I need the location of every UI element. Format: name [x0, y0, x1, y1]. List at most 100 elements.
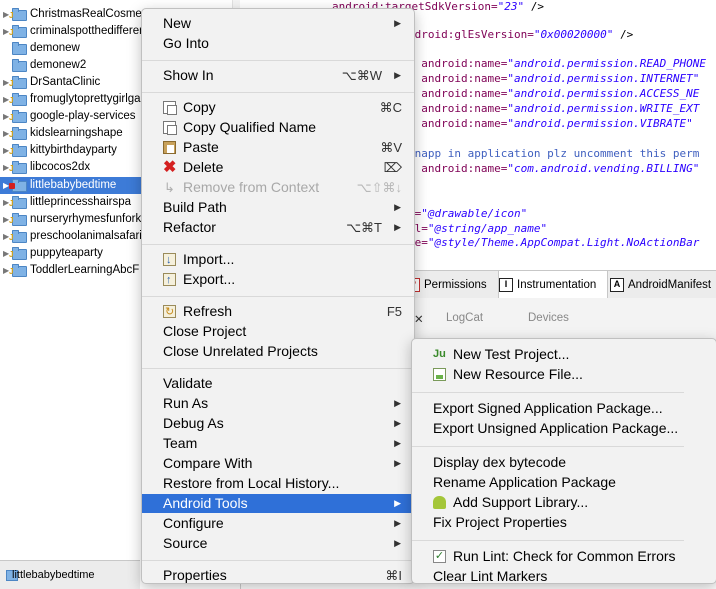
code-line: n android:name="android.permission.VIBRA… [408, 117, 693, 131]
menu-separator [142, 92, 414, 93]
code-token: "android.permission.ACCESS_NE [507, 87, 700, 100]
menu-item-rename-application-package[interactable]: Rename Application Package [412, 473, 716, 492]
menu-item-refresh[interactable]: Refresh F5 [142, 302, 414, 322]
code-line: n android:name="android.permission.INTER… [408, 72, 699, 86]
submenu-arrow-icon: ▶ [394, 538, 401, 548]
menu-separator [142, 368, 414, 369]
menu-item-refactor[interactable]: Refactor ⌥⌘T ▶ [142, 218, 414, 237]
code-token: /> [524, 0, 544, 13]
code-token: "android.permission.INTERNET" [507, 72, 700, 85]
junit-icon: Ju [433, 348, 446, 360]
menu-item-properties[interactable]: Properties ⌘I [142, 566, 414, 585]
menu-item-label: Clear Lint Markers [433, 568, 548, 584]
menu-item-export-unsigned-application-package[interactable]: Export Unsigned Application Package... [412, 419, 716, 438]
code-token: n android:name= [408, 87, 508, 100]
status-project-label: littlebabybedtime [12, 569, 95, 581]
tree-item-label: demonew2 [30, 59, 87, 71]
menu-item-label: Export Signed Application Package... [433, 400, 663, 416]
close-view-icon[interactable]: ✕ [414, 312, 424, 326]
menu-item-new-resource-file[interactable]: New Resource File... [412, 365, 716, 384]
menu-item-label: Refresh [183, 303, 233, 319]
menu-item-source[interactable]: Source ▶ [142, 534, 414, 553]
menu-separator [412, 540, 684, 541]
menu-item-label: Rename Application Package [433, 474, 616, 490]
menu-item-label: Compare With [163, 455, 253, 471]
menu-item-label: Show In [163, 67, 214, 83]
menu-item-label: Properties [163, 567, 227, 583]
code-line: n android:name="android.permission.ACCES… [408, 87, 699, 101]
code-token: n android:name= [408, 57, 508, 70]
code-line: n android:name="com.android.vending.BILL… [408, 162, 699, 176]
menu-item-import[interactable]: Import... [142, 250, 414, 270]
menu-item-copy-qualified-name[interactable]: Copy Qualified Name [142, 118, 414, 137]
menu-item-close-project[interactable]: Close Project [142, 322, 414, 341]
tree-item-label: demonew [30, 42, 80, 54]
menu-item-close-unrelated-projects[interactable]: Close Unrelated Projects [142, 342, 414, 361]
code-line: ndroid:glEsVersion="0x00020000" /> [408, 28, 633, 42]
java-project-icon: J [9, 264, 27, 277]
submenu-arrow-icon: ▶ [394, 418, 401, 428]
paste-icon [163, 141, 176, 154]
menu-item-validate[interactable]: Validate [142, 374, 414, 393]
code-line: n android:name="android.permission.WRITE… [408, 102, 699, 116]
menu-item-restore-from-local-history[interactable]: Restore from Local History... [142, 474, 414, 493]
shortcut-label: ⌘I [385, 568, 402, 583]
menu-item-remove-from-context: ↳ Remove from Context ⌥⇧⌘↓ [142, 178, 414, 197]
menu-item-clear-lint-markers[interactable]: Clear Lint Markers [412, 567, 716, 586]
project-error-icon [9, 179, 27, 192]
menu-item-configure[interactable]: Configure ▶ [142, 514, 414, 533]
tab-androidmanifest[interactable]: A AndroidManifest [610, 271, 716, 299]
instrumentation-tab-icon: I [499, 277, 513, 292]
menu-item-show-in[interactable]: Show In ⌥⌘W ▶ [142, 66, 414, 85]
menu-item-label: Build Path [163, 199, 227, 215]
shortcut-label: ⌘C [379, 100, 402, 115]
menu-item-label: Display dex bytecode [433, 454, 567, 470]
code-token: n android:name= [408, 102, 508, 115]
menu-separator [142, 560, 414, 561]
explorer-status-bar: littlebabybedtime [0, 560, 140, 589]
menu-item-export-signed-application-package[interactable]: Export Signed Application Package... [412, 399, 716, 418]
tab-label: Permissions [424, 279, 487, 291]
menu-item-debug-as[interactable]: Debug As ▶ [142, 414, 414, 433]
view-tab-devices[interactable]: Devices [528, 312, 569, 324]
menu-item-new-test-project[interactable]: Ju New Test Project... [412, 345, 716, 364]
menu-item-paste[interactable]: Paste ⌘V [142, 138, 414, 157]
menu-separator [142, 60, 414, 61]
menu-item-run-lint-check-for-common-errors[interactable]: ✓ Run Lint: Check for Common Errors [412, 547, 716, 566]
java-project-icon: J [9, 230, 27, 243]
menu-item-compare-with[interactable]: Compare With ▶ [142, 454, 414, 473]
menu-item-new[interactable]: New ▶ [142, 14, 414, 33]
menu-item-android-tools[interactable]: Android Tools ▶ [142, 494, 414, 513]
menu-item-display-dex-bytecode[interactable]: Display dex bytecode [412, 453, 716, 472]
menu-item-team[interactable]: Team ▶ [142, 434, 414, 453]
submenu-arrow-icon: ▶ [394, 518, 401, 528]
menu-item-go-into[interactable]: Go Into [142, 34, 414, 53]
menu-item-label: Debug As [163, 415, 224, 431]
menu-separator [142, 244, 414, 245]
view-tab-logcat[interactable]: LogCat [446, 312, 483, 324]
menu-item-add-support-library[interactable]: Add Support Library... [412, 493, 716, 512]
submenu-arrow-icon: ▶ [394, 70, 401, 80]
tree-item-label: preschoolanimalsafari [30, 230, 142, 242]
tree-item-label: DrSantaClinic [30, 76, 101, 88]
tree-item-label: nurseryrhymesfunfork [30, 213, 142, 225]
tab-permissions[interactable]: PPermissions [406, 271, 494, 299]
shortcut-label: ⌘V [380, 140, 402, 155]
tree-item-label: littleprincesshairspa [30, 196, 131, 208]
tab-instrumentation[interactable]: I Instrumentation [498, 271, 608, 299]
menu-item-run-as[interactable]: Run As ▶ [142, 394, 414, 413]
tree-item-label: libcocos2dx [30, 161, 91, 173]
android-icon [433, 496, 446, 509]
menu-item-label: Fix Project Properties [433, 514, 567, 530]
menu-item-delete[interactable]: ✖ Delete ⌦ [142, 158, 414, 177]
menu-item-copy[interactable]: Copy ⌘C [142, 98, 414, 117]
menu-item-fix-project-properties[interactable]: Fix Project Properties [412, 513, 716, 532]
delete-icon: ✖ [163, 159, 177, 176]
menu-item-export[interactable]: Export... [142, 270, 414, 290]
java-project-icon: J [9, 247, 27, 260]
menu-item-build-path[interactable]: Build Path ▶ [142, 198, 414, 217]
menu-item-label: Android Tools [163, 495, 248, 511]
code-token: "23" [497, 0, 525, 13]
tree-item-label: kittybirthdayparty [30, 144, 117, 156]
import-icon [163, 251, 176, 270]
